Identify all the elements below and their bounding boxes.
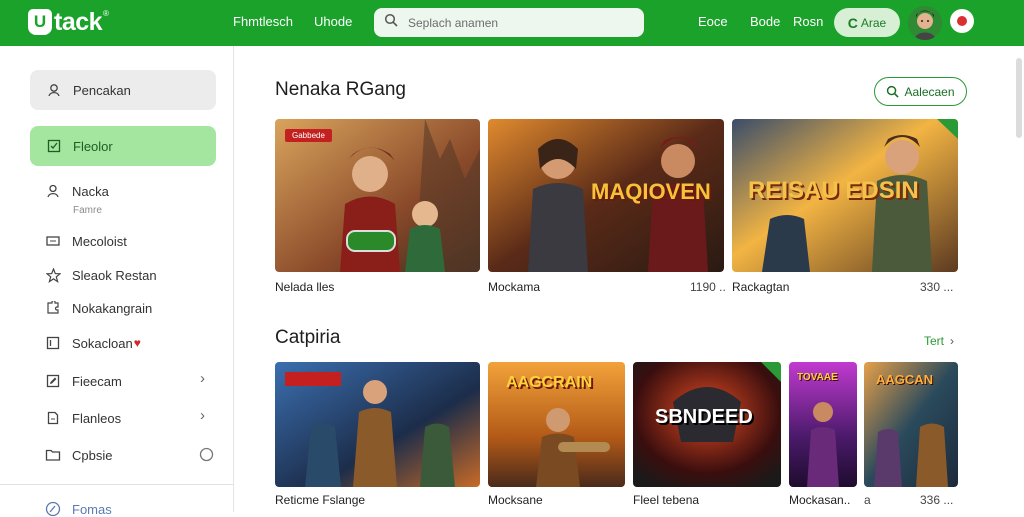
sidebar-item-files[interactable]: Flanleos [45, 410, 121, 426]
card-caption: Mockama [488, 280, 541, 294]
card-caption: Fleel tebena [633, 493, 700, 507]
categories-section-title: Catpiria [275, 327, 341, 348]
sidebar-item-settings[interactable]: Fomas [45, 501, 112, 517]
search-icon [886, 85, 900, 98]
monitor-icon [45, 233, 61, 249]
search-bar[interactable] [374, 8, 644, 37]
puzzle-icon [45, 300, 61, 316]
nav-link-4[interactable]: Bode [750, 14, 780, 29]
action-label: Arae [860, 15, 887, 30]
nav-link-1[interactable]: Fhmtlesch [233, 14, 293, 29]
user-icon [45, 183, 61, 199]
sidebar-item-label: Flanleos [72, 410, 122, 426]
chevron-right-icon[interactable]: › [200, 370, 205, 387]
sidebar-item-favorites[interactable]: Sokacloan ♥ [45, 335, 141, 351]
sidebar-search-label: Pencakan [73, 82, 131, 98]
card-badge: Gabbede [285, 129, 332, 142]
chevron-right-icon[interactable]: › [200, 407, 205, 424]
person-search-icon [46, 82, 62, 98]
sidebar-divider [0, 484, 234, 485]
card-caption: Reticme Fslange [275, 493, 366, 507]
file-icon [45, 410, 61, 426]
sidebar-item-monitor[interactable]: Mecoloist [45, 233, 127, 249]
card-art-title: SBNDEED [655, 406, 753, 428]
game-artwork [275, 362, 480, 487]
edit-icon [45, 373, 61, 389]
category-card-2[interactable]: AAGCRAIN [488, 362, 625, 487]
card-art-title: MAQIOVEN [591, 179, 711, 204]
radio-circle-icon[interactable] [199, 447, 214, 467]
card-caption: Mocksane [488, 493, 543, 507]
sidebar-item-profile[interactable]: Nacka [45, 183, 109, 199]
featured-card-3[interactable]: REISAU EDSIN [732, 119, 958, 272]
square-icon [45, 335, 61, 351]
card-caption: Nelada lles [275, 280, 335, 294]
card-count: 330 ... [920, 280, 954, 294]
sidebar-item-active[interactable]: Fleolor [30, 126, 216, 166]
sidebar-item-label: Nacka [72, 183, 109, 199]
sidebar-item-label: Fomas [72, 501, 112, 517]
logo-text: tack [54, 7, 103, 36]
featured-card-1[interactable]: Gabbede [275, 119, 480, 272]
action-glyph: C [847, 14, 858, 31]
sidebar-item-label: Fieecam [72, 373, 122, 389]
sidebar-item-label: Mecoloist [72, 233, 127, 249]
top-bar: U tack ® Fhmtlesch Uhode Eoce Bode Rosn … [0, 0, 1024, 46]
card-count: a [864, 493, 871, 507]
card-count: 1190 .. [690, 280, 726, 294]
heart-icon: ♥ [133, 336, 141, 350]
logo[interactable]: U tack ® [28, 6, 109, 38]
see-all-label: Tert [924, 334, 945, 348]
card-art-title: TOVAAE [797, 372, 838, 383]
card-art-title: AAGCAN [876, 372, 934, 387]
sidebar-item-label: Sokacloan [72, 335, 133, 351]
sidebar-item-edit[interactable]: Fieecam [45, 373, 122, 389]
folder-icon [45, 447, 61, 463]
card-caption: Rackagtan [732, 280, 790, 294]
notification-bell-icon[interactable] [950, 9, 974, 33]
card-caption: Mockasan.. [789, 493, 851, 507]
category-card-1[interactable] [275, 362, 480, 487]
featured-section-title: Nenaka RGang [275, 79, 406, 100]
sidebar: Pencakan Fleolor Nacka Famre Mecoloist S… [0, 46, 234, 517]
search-icon [384, 13, 398, 32]
sidebar-item-label: Cpbsie [72, 447, 113, 463]
sidebar-item-label: Nokakangrain [72, 300, 153, 316]
chevron-right-icon: › [950, 334, 955, 348]
featured-card-2[interactable]: MAQIOVEN [488, 119, 724, 272]
logo-registered: ® [103, 9, 109, 18]
sidebar-item-folder[interactable]: Cpbsie [45, 447, 112, 463]
category-card-5[interactable]: AAGCAN [864, 362, 958, 487]
header-action-button[interactable]: C Arae [834, 8, 900, 37]
sidebar-item-puzzle[interactable]: Nokakangrain [45, 300, 152, 316]
sidebar-item-label: Sleaok Restan [72, 267, 157, 283]
checklist-icon [46, 138, 62, 154]
card-art-title: REISAU EDSIN [748, 177, 919, 204]
settings-icon [45, 501, 61, 517]
scrollbar[interactable] [1016, 58, 1022, 138]
category-card-4[interactable]: TOVAAE [789, 362, 857, 487]
star-icon [45, 267, 61, 283]
logo-mark-icon: U [28, 9, 52, 35]
nav-link-5[interactable]: Rosn [793, 14, 823, 29]
card-art-title: AAGCRAIN [506, 374, 593, 391]
sidebar-search[interactable]: Pencakan [30, 70, 216, 110]
featured-action-button[interactable]: Aalecaen [874, 77, 967, 106]
card-count: 336 ... [920, 493, 954, 507]
nav-link-3[interactable]: Eoce [698, 14, 728, 29]
see-all-link[interactable]: Tert › [924, 334, 954, 348]
sidebar-item-sublabel: Famre [73, 205, 102, 216]
nav-link-2[interactable]: Uhode [314, 14, 352, 29]
category-card-3[interactable]: SBNDEED [633, 362, 781, 487]
avatar[interactable] [908, 6, 942, 40]
sidebar-active-label: Fleolor [73, 138, 113, 154]
featured-action-label: Aalecaen [904, 84, 955, 99]
search-input[interactable] [408, 15, 628, 30]
sidebar-item-star[interactable]: Sleaok Restan [45, 267, 157, 283]
